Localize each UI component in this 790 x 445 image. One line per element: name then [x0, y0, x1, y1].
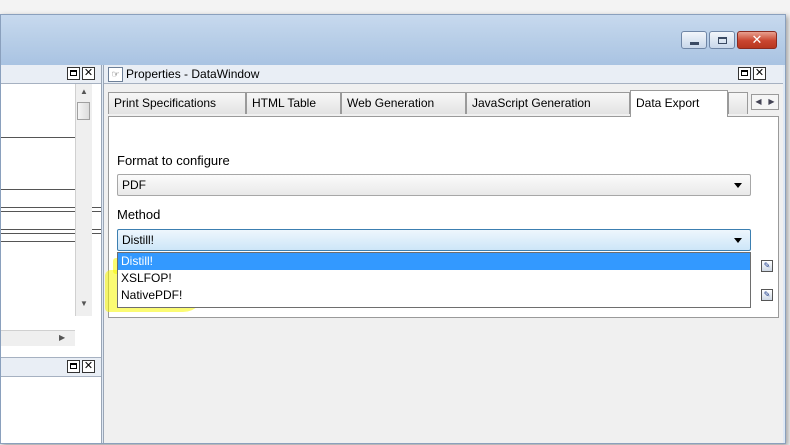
app-window: ✕ ✕ ▲ ▼ ▶ ✕ ☞ Properties - DataWindow ✕ … — [0, 14, 786, 444]
minimize-button[interactable] — [681, 31, 707, 49]
edit-button-2[interactable]: ✎ — [761, 289, 773, 301]
format-combobox[interactable]: PDF — [117, 174, 751, 196]
method-option-xslfop[interactable]: XSLFOP! — [118, 270, 750, 287]
tab-overflow[interactable] — [728, 92, 748, 114]
left-pane-horizontal-scrollbar[interactable]: ▶ — [1, 330, 75, 346]
method-label: Method — [117, 207, 161, 222]
chevron-down-icon — [734, 183, 742, 188]
close-icon: ✕ — [83, 360, 94, 372]
lower-pane-close-button[interactable]: ✕ — [82, 360, 95, 373]
scrollbar-thumb[interactable] — [77, 102, 90, 120]
properties-tabs: Print Specifications HTML Table Web Gene… — [108, 90, 783, 117]
properties-close-button[interactable]: ✕ — [753, 67, 766, 80]
properties-title-bar: ☞ Properties - DataWindow ✕ — [104, 65, 783, 84]
format-label: Format to configure — [117, 153, 230, 168]
tab-javascript-generation[interactable]: JavaScript Generation — [466, 92, 630, 114]
left-pane-header: ✕ — [1, 65, 101, 84]
edit-button-1[interactable]: ✎ — [761, 260, 773, 272]
tab-web-generation[interactable]: Web Generation — [341, 92, 466, 114]
properties-title: Properties - DataWindow — [126, 67, 260, 81]
method-combobox[interactable]: Distill! — [117, 229, 751, 251]
left-pane-close-button[interactable]: ✕ — [82, 67, 95, 80]
scroll-right-icon[interactable]: ▶ — [59, 333, 65, 342]
maximize-icon — [70, 70, 77, 76]
lower-pane-maximize-button[interactable] — [67, 360, 80, 373]
method-option-distill[interactable]: Distill! — [118, 253, 750, 270]
edit-icon: ✎ — [763, 290, 771, 299]
tab-data-export[interactable]: Data Export — [630, 90, 728, 117]
minimize-icon — [689, 41, 699, 45]
properties-panel: ☞ Properties - DataWindow ✕ Print Specif… — [103, 65, 783, 443]
edit-icon: ✎ — [763, 261, 771, 270]
left-pane-vertical-scrollbar[interactable]: ▲ ▼ — [75, 84, 92, 316]
close-icon: ✕ — [83, 67, 94, 79]
tab-scroll-buttons: ◀ ▶ — [751, 94, 779, 110]
window-controls: ✕ — [681, 31, 777, 49]
properties-maximize-button[interactable] — [738, 67, 751, 80]
format-value: PDF — [122, 178, 146, 192]
chevron-down-icon — [734, 238, 742, 243]
close-icon: ✕ — [751, 32, 763, 47]
title-bar: ✕ — [1, 15, 785, 65]
tab-scroll-right-icon[interactable]: ▶ — [765, 95, 778, 109]
scroll-down-icon[interactable]: ▼ — [80, 299, 88, 308]
left-pane-divider — [1, 189, 75, 190]
tab-html-table[interactable]: HTML Table — [246, 92, 341, 114]
close-icon: ✕ — [754, 67, 765, 79]
data-export-tab-content: Format to configure PDF Method Distill! … — [108, 116, 779, 318]
close-button[interactable]: ✕ — [737, 31, 777, 49]
left-pane-lower-header: ✕ — [1, 357, 101, 377]
maximize-button[interactable] — [709, 31, 735, 49]
scroll-up-icon[interactable]: ▲ — [80, 87, 88, 96]
left-pane-divider — [1, 241, 75, 242]
method-option-nativepdf[interactable]: NativePDF! — [118, 287, 750, 304]
maximize-icon — [70, 363, 77, 369]
tab-scroll-left-icon[interactable]: ◀ — [752, 95, 765, 109]
method-value: Distill! — [122, 233, 154, 247]
properties-icon: ☞ — [108, 66, 123, 82]
method-dropdown-list: Distill! XSLFOP! NativePDF! — [117, 252, 751, 308]
tab-print-specifications[interactable]: Print Specifications — [108, 92, 246, 114]
maximize-icon — [741, 70, 748, 76]
left-pane-divider — [1, 137, 75, 138]
left-docked-pane: ✕ ▲ ▼ ▶ ✕ — [1, 65, 102, 443]
maximize-icon — [717, 36, 727, 44]
left-pane-maximize-button[interactable] — [67, 67, 80, 80]
